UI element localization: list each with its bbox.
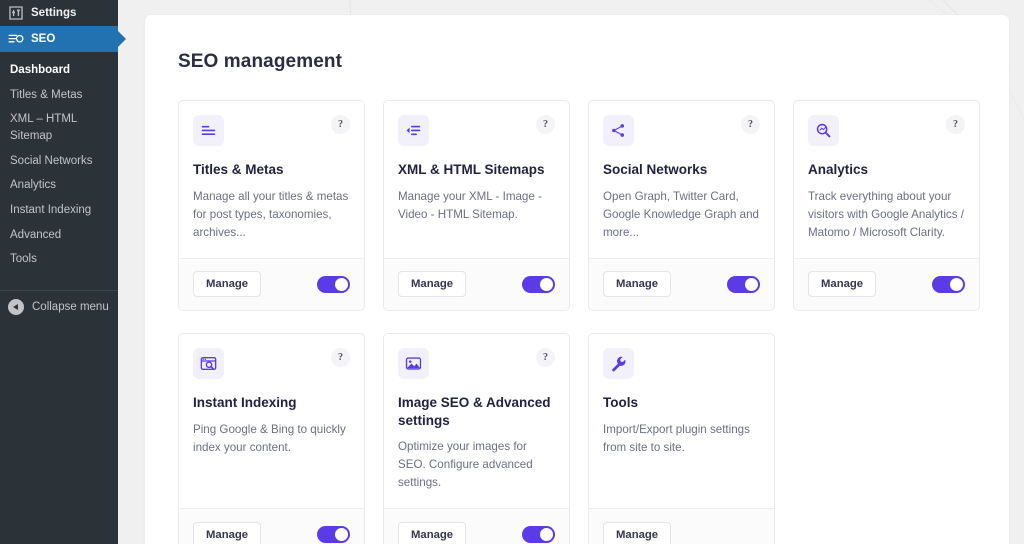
card-body: ? Instant Indexing Ping Google & Bing to…: [179, 334, 364, 509]
toggle-knob: [335, 528, 348, 542]
toggle-knob: [950, 277, 963, 291]
card-footer: Manage: [589, 257, 774, 310]
toggle-knob: [540, 277, 553, 291]
wp-admin-sidebar: Settings SEO Dashboard Titles & Metas XM…: [0, 0, 118, 544]
enable-toggle[interactable]: [727, 275, 760, 293]
card-description: Manage all your titles & metas for post …: [193, 189, 349, 239]
manage-button[interactable]: Manage: [193, 271, 262, 298]
card-footer: Manage: [794, 257, 979, 310]
help-icon[interactable]: ?: [331, 347, 350, 367]
toggle-knob: [540, 528, 553, 542]
enable-toggle[interactable]: [317, 275, 350, 293]
feature-card: ? XML & HTML Sitemaps Manage your XML - …: [383, 100, 570, 311]
toggle-knob: [745, 277, 758, 291]
image-picture-icon: [398, 347, 429, 379]
feature-card: ? Titles & Metas Manage all your titles …: [178, 100, 365, 311]
help-icon[interactable]: ?: [946, 115, 965, 134]
manage-button[interactable]: Manage: [603, 521, 672, 544]
card-body: ? Titles & Metas Manage all your titles …: [179, 101, 364, 258]
enable-toggle[interactable]: [522, 526, 555, 544]
help-icon[interactable]: ?: [741, 115, 760, 134]
feature-cards-grid: ? Titles & Metas Manage all your titles …: [145, 73, 1009, 544]
card-body: Tools Import/Export plugin settings from…: [589, 334, 774, 509]
feature-card: ? Social Networks Open Graph, Twitter Ca…: [588, 100, 775, 311]
card-title: Tools: [603, 394, 638, 410]
feature-card: ? Analytics Track everything about your …: [793, 100, 980, 311]
sidebar-item-settings[interactable]: Settings: [0, 0, 118, 26]
card-icon-row: ?: [398, 115, 555, 146]
settings-sliders-icon: [9, 6, 23, 20]
card-icon-row: [603, 347, 760, 379]
card-body: ? Social Networks Open Graph, Twitter Ca…: [589, 101, 774, 258]
seo-management-panel: SEO management ? Titles & Metas Manage a…: [145, 15, 1009, 544]
feature-card: Tools Import/Export plugin settings from…: [588, 332, 775, 544]
submenu-item-titles-metas[interactable]: Titles & Metas: [0, 83, 118, 108]
card-title: Instant Indexing: [193, 394, 297, 410]
manage-button[interactable]: Manage: [808, 271, 877, 298]
card-footer: Manage: [384, 257, 569, 310]
manage-button[interactable]: Manage: [398, 271, 467, 298]
submenu-item-analytics[interactable]: Analytics: [0, 173, 118, 198]
feature-card: ? Image SEO & Advanced settings Optimize…: [383, 332, 570, 544]
card-footer: Manage: [384, 508, 569, 544]
card-description: Manage your XML - Image - Video - HTML S…: [398, 189, 542, 221]
submenu-item-xml-html-sitemap[interactable]: XML – HTML Sitemap: [0, 107, 118, 148]
submenu-item-dashboard[interactable]: Dashboard: [0, 58, 118, 83]
submenu-item-instant-indexing[interactable]: Instant Indexing: [0, 198, 118, 223]
card-footer: Manage: [589, 508, 774, 544]
text-lines-icon: [193, 115, 224, 146]
submenu-item-tools[interactable]: Tools: [0, 247, 118, 272]
toggle-knob: [335, 277, 348, 291]
card-title: XML & HTML Sitemaps: [398, 162, 545, 177]
card-icon-row: ?: [808, 115, 965, 146]
wrench-icon: [603, 347, 634, 379]
browser-search-icon: [193, 347, 224, 379]
card-icon-row: ?: [193, 115, 350, 146]
submenu-item-social-networks[interactable]: Social Networks: [0, 149, 118, 174]
sidebar-item-seo[interactable]: SEO: [0, 26, 118, 52]
enable-toggle[interactable]: [522, 275, 555, 293]
card-title: Image SEO & Advanced settings: [398, 394, 551, 428]
card-body: ? Image SEO & Advanced settings Optimize…: [384, 334, 569, 509]
card-icon-row: ?: [398, 347, 555, 379]
chevron-left-circle-icon: [8, 299, 24, 316]
page-title: SEO management: [178, 51, 343, 72]
seo-submenu: Dashboard Titles & Metas XML – HTML Site…: [0, 52, 118, 281]
enable-toggle[interactable]: [932, 275, 965, 293]
card-title: Analytics: [808, 162, 869, 177]
submenu-item-advanced[interactable]: Advanced: [0, 223, 118, 248]
footer-spacer: [727, 526, 760, 543]
admin-screen: Settings SEO Dashboard Titles & Metas XM…: [0, 0, 1024, 544]
manage-button[interactable]: Manage: [603, 271, 672, 298]
sitemap-arrow-icon: [398, 115, 429, 146]
sidebar-item-label: Settings: [31, 7, 77, 19]
card-title: Titles & Metas: [193, 162, 284, 177]
enable-toggle[interactable]: [317, 526, 350, 544]
content-area: SEO management ? Titles & Metas Manage a…: [118, 0, 1024, 544]
card-description: Optimize your images for SEO. Configure …: [398, 440, 533, 490]
collapse-menu-label: Collapse menu: [32, 301, 109, 314]
card-body: ? XML & HTML Sitemaps Manage your XML - …: [384, 101, 569, 258]
card-icon-row: ?: [193, 347, 350, 379]
collapse-menu-button[interactable]: Collapse menu: [0, 290, 118, 323]
seo-lines-circle-icon: [8, 34, 24, 43]
help-icon[interactable]: ?: [331, 115, 350, 134]
card-footer: Manage: [179, 508, 364, 544]
magnifier-icon: [808, 115, 839, 146]
card-description: Open Graph, Twitter Card, Google Knowled…: [603, 189, 759, 239]
manage-button[interactable]: Manage: [398, 521, 467, 544]
card-icon-row: ?: [603, 115, 760, 146]
card-description: Track everything about your visitors wit…: [808, 189, 964, 239]
sidebar-item-label: SEO: [31, 33, 56, 45]
share-nodes-icon: [603, 115, 634, 146]
help-icon[interactable]: ?: [536, 115, 555, 134]
feature-card: ? Instant Indexing Ping Google & Bing to…: [178, 332, 365, 544]
card-description: Ping Google & Bing to quickly index your…: [193, 422, 346, 454]
card-body: ? Analytics Track everything about your …: [794, 101, 979, 258]
card-title: Social Networks: [603, 162, 708, 177]
card-footer: Manage: [179, 257, 364, 310]
card-description: Import/Export plugin settings from site …: [603, 422, 750, 454]
manage-button[interactable]: Manage: [193, 521, 262, 544]
help-icon[interactable]: ?: [536, 347, 555, 367]
